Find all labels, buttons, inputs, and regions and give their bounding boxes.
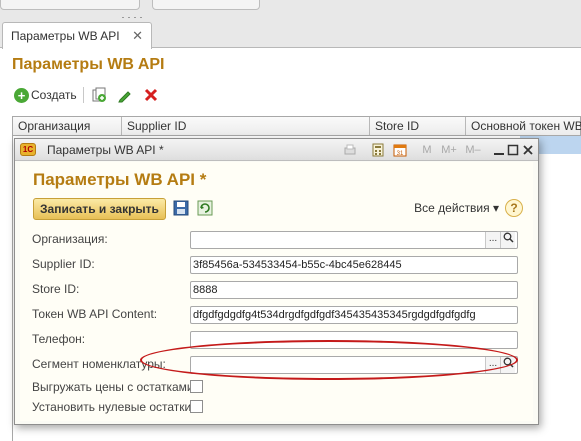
plus-icon: + — [14, 87, 29, 103]
column-supplier-id[interactable]: Supplier ID — [121, 117, 369, 135]
form-title: Параметры WB API * — [33, 170, 207, 189]
upload-prices-label: Выгружать цены с остатками: — [32, 380, 197, 394]
supplier-id-field[interactable]: 3f85456a-534533454-b55c-4bc45e628445 — [190, 256, 518, 274]
top-panel-left — [0, 0, 140, 10]
delete-button[interactable] — [142, 86, 160, 104]
top-strip — [0, 0, 581, 19]
store-id-field[interactable]: 8888 — [190, 281, 518, 299]
memory-minus-button[interactable]: M– — [463, 142, 483, 158]
grip-handle[interactable] — [120, 8, 150, 19]
memory-m-button[interactable]: M — [419, 142, 435, 158]
save-button[interactable] — [173, 200, 189, 216]
tab-label: Параметры WB API — [11, 29, 120, 43]
close-icon — [523, 145, 533, 155]
copy-button[interactable] — [90, 86, 108, 104]
help-icon[interactable]: ? — [505, 199, 523, 217]
printer-icon — [344, 144, 356, 155]
supplier-id-label: Supplier ID: — [32, 257, 95, 271]
close-icon[interactable]: ✕ — [132, 28, 143, 44]
form-toolbar: Записать и закрыть Все действия ▾ ? — [33, 198, 523, 220]
upload-prices-checkbox[interactable] — [190, 380, 203, 393]
column-main-token[interactable]: Основной токен WB A — [465, 117, 581, 135]
copy-icon — [92, 87, 106, 102]
search-icon — [503, 357, 514, 368]
segment-search-button[interactable] — [500, 357, 515, 373]
floppy-disk-icon — [173, 200, 189, 216]
token-field[interactable]: dfgdfgdgdfg4t534drgdfgdfgdf345435435345r… — [190, 306, 518, 324]
maximize-icon — [507, 144, 519, 156]
toolbar-separator — [82, 87, 84, 103]
org-label: Организация: — [32, 232, 108, 246]
modal-title-bar[interactable]: 1С Параметры WB API * 31 M M+ M– — [15, 139, 538, 161]
modal-window: 1С Параметры WB API * 31 M M+ M– Парамет… — [14, 138, 539, 425]
delete-x-icon — [144, 88, 157, 102]
search-icon — [503, 232, 514, 243]
segment-label: Сегмент номенклатуры: — [32, 357, 166, 371]
column-organization[interactable]: Организация — [13, 117, 121, 135]
store-id-label: Store ID: — [32, 282, 80, 296]
phone-label: Телефон: — [32, 332, 86, 346]
zero-stock-checkbox[interactable] — [190, 400, 203, 413]
svg-text:31: 31 — [397, 151, 404, 157]
calendar-icon: 31 — [393, 144, 407, 157]
modal-window-title: Параметры WB API * — [47, 143, 164, 157]
reread-button[interactable] — [197, 200, 213, 216]
org-search-button[interactable] — [500, 232, 515, 248]
pencil-icon — [117, 91, 131, 103]
list-toolbar: + Создать — [14, 86, 168, 104]
segment-field[interactable]: ... — [190, 356, 518, 374]
org-field[interactable]: ... — [190, 231, 518, 249]
create-label: Создать — [31, 88, 77, 102]
phone-field[interactable] — [190, 331, 518, 349]
memory-plus-button[interactable]: M+ — [439, 142, 459, 158]
print-button[interactable] — [342, 142, 358, 158]
token-label: Токен WB API Content: — [32, 307, 158, 321]
column-store-id[interactable]: Store ID — [369, 117, 465, 135]
top-panel-right — [152, 0, 260, 10]
tab-bar: Параметры WB API ✕ — [0, 18, 581, 49]
tab-wb-api-params[interactable]: Параметры WB API ✕ — [2, 22, 152, 49]
zero-stock-label: Установить нулевые остатки: — [32, 400, 195, 414]
close-window-button[interactable] — [520, 142, 536, 158]
page-title: Параметры WB API — [12, 56, 165, 73]
refresh-icon — [197, 200, 213, 216]
calendar-button[interactable]: 31 — [392, 142, 408, 158]
create-button[interactable]: + Создать — [14, 87, 77, 103]
all-actions-menu[interactable]: Все действия ▾ — [414, 201, 499, 215]
maximize-button[interactable] — [505, 142, 521, 158]
edit-button[interactable] — [116, 86, 134, 104]
save-and-close-button[interactable]: Записать и закрыть — [33, 198, 166, 220]
list-header: Организация Supplier ID Store ID Основно… — [12, 116, 581, 136]
form-body: Параметры WB API * Записать и закрыть Вс… — [20, 162, 533, 421]
calculator-icon — [372, 143, 384, 157]
calculator-button[interactable] — [370, 142, 386, 158]
segment-select-button[interactable]: ... — [485, 357, 500, 373]
minimize-icon — [494, 153, 504, 155]
app-1c-icon: 1С — [20, 143, 36, 156]
org-select-button[interactable]: ... — [485, 232, 500, 248]
